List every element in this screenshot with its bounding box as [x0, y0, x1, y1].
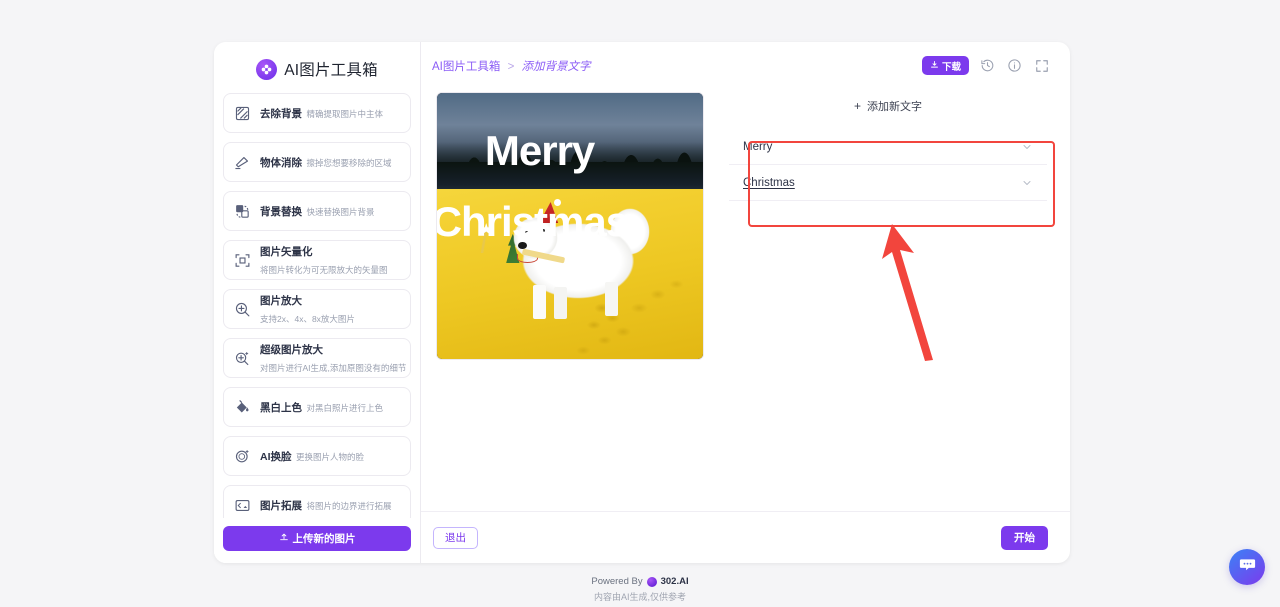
sidebar-item-super-upscale[interactable]: 超级图片放大 对图片进行AI生成,添加原图没有的细节 — [223, 338, 411, 378]
image-preview[interactable]: ★ Merry Christmas — [436, 92, 704, 360]
eraser-icon — [233, 153, 251, 171]
sidebar-item-desc: 精确提取图片中主体 — [306, 109, 383, 119]
brand: AI图片工具箱 — [214, 42, 420, 93]
sidebar-item-title: 超级图片放大 — [260, 344, 323, 356]
text-layer-row[interactable]: Merry — [729, 129, 1047, 165]
chevron-down-icon[interactable] — [1021, 177, 1033, 189]
breadcrumb-current: 添加背景文字 — [521, 60, 591, 73]
sidebar-item-desc: 将图片转化为可无限放大的矢量图 — [260, 265, 388, 275]
overlay-text-line1: Merry — [484, 127, 595, 175]
sidebar-item-colorize[interactable]: 黑白上色 对黑白照片进行上色 — [223, 387, 411, 427]
fullscreen-icon[interactable] — [1033, 57, 1050, 74]
exit-button[interactable]: 退出 — [433, 526, 478, 549]
sidebar-item-title: 背景替换 — [260, 206, 302, 218]
footer-brand: 302.AI — [660, 576, 689, 587]
face-swap-icon — [233, 447, 251, 465]
add-new-text-label: 添加新文字 — [867, 101, 922, 113]
main-panel: AI图片工具箱 > 添加背景文字 下载 ★ Merry Christmas + … — [421, 42, 1070, 563]
sidebar-item-image-expand[interactable]: 图片拓展 将图片的边界进行拓展 — [223, 485, 411, 518]
upload-new-image-button[interactable]: 上传新的图片 — [223, 526, 411, 551]
vectorize-icon — [233, 251, 251, 269]
sidebar-item-title: 图片矢量化 — [260, 246, 313, 258]
sidebar-item-image-upscale[interactable]: 图片放大 支持2x、4x、8x放大图片 — [223, 289, 411, 329]
info-icon[interactable] — [1006, 57, 1023, 74]
download-button[interactable]: 下载 — [921, 56, 969, 75]
text-layer-row[interactable]: Christmas — [729, 165, 1047, 201]
breadcrumb: AI图片工具箱 > 添加背景文字 — [432, 58, 591, 74]
sidebar-item-title: 图片放大 — [260, 295, 302, 307]
sidebar-item-title: AI换脸 — [260, 451, 292, 463]
upload-icon — [279, 532, 289, 545]
header-actions: 下载 — [921, 56, 1050, 75]
card-footer-actions: 退出 开始 — [421, 511, 1070, 563]
main-header: AI图片工具箱 > 添加背景文字 下载 — [421, 42, 1070, 75]
sidebar-item-title: 去除背景 — [260, 108, 302, 120]
plus-icon: + — [853, 99, 861, 113]
breadcrumb-root[interactable]: AI图片工具箱 — [432, 61, 500, 73]
download-label: 下载 — [941, 61, 961, 73]
text-layer-label: Christmas — [743, 176, 795, 189]
text-layer-list: Merry Christmas — [728, 128, 1048, 202]
preview-text-overlay: Merry Christmas — [437, 93, 703, 359]
brand-title: AI图片工具箱 — [284, 62, 378, 79]
text-layer-label: Merry — [743, 140, 773, 153]
powered-by-label: Powered By — [591, 576, 643, 587]
sidebar-item-desc: 擦掉您想要移除的区域 — [306, 158, 392, 168]
sidebar-item-remove-background[interactable]: 去除背景 精确提取图片中主体 — [223, 93, 411, 133]
breadcrumb-separator: > — [507, 60, 515, 73]
background-replace-icon — [233, 202, 251, 220]
powered-by-line: Powered By 302.AI — [0, 576, 1280, 587]
app-root: AI图片工具箱 去除背景 精确提取图片中主体 物体消除 擦掉您想要移除的区域 背… — [0, 0, 1280, 607]
page-footer: Powered By 302.AI 内容由AI生成,仅供参考 — [0, 576, 1280, 603]
sidebar-item-desc: 将图片的边界进行拓展 — [306, 501, 392, 511]
sidebar-item-vectorize[interactable]: 图片矢量化 将图片转化为可无限放大的矢量图 — [223, 240, 411, 280]
main-card: AI图片工具箱 去除背景 精确提取图片中主体 物体消除 擦掉您想要移除的区域 背… — [214, 42, 1070, 563]
sidebar-item-desc: 更换图片人物的脸 — [295, 452, 364, 462]
chat-bubble-icon — [1238, 555, 1257, 579]
tool-list[interactable]: 去除背景 精确提取图片中主体 物体消除 擦掉您想要移除的区域 背景替换 快速替换… — [214, 93, 420, 518]
clover-logo-icon — [256, 58, 278, 80]
zoom-in-icon — [233, 300, 251, 318]
download-icon — [930, 60, 939, 72]
preview-column: ★ Merry Christmas — [424, 92, 704, 511]
image-expand-icon — [233, 496, 251, 514]
sidebar-item-title: 物体消除 — [260, 157, 302, 169]
remove-background-icon — [233, 104, 251, 122]
sidebar-item-desc: 对黑白照片进行上色 — [306, 403, 383, 413]
sidebar-item-background-replace[interactable]: 背景替换 快速替换图片背景 — [223, 191, 411, 231]
history-icon[interactable] — [979, 57, 996, 74]
upload-label: 上传新的图片 — [292, 533, 356, 545]
paint-bucket-icon — [233, 398, 251, 416]
chat-support-button[interactable] — [1229, 549, 1265, 585]
sidebar-item-object-removal[interactable]: 物体消除 擦掉您想要移除的区域 — [223, 142, 411, 182]
upload-section: 上传新的图片 — [214, 518, 420, 563]
add-new-text-button[interactable]: + 添加新文字 — [728, 95, 1048, 117]
sidebar-item-title: 黑白上色 — [260, 402, 302, 414]
sidebar-item-desc: 快速替换图片背景 — [306, 207, 375, 217]
super-zoom-icon — [233, 349, 251, 367]
chevron-down-icon[interactable] — [1021, 141, 1033, 153]
sidebar-item-desc: 对图片进行AI生成,添加原图没有的细节 — [260, 363, 407, 373]
overlay-text-line2: Christmas — [436, 197, 629, 245]
sidebar-item-title: 图片拓展 — [260, 500, 302, 512]
text-editor-column: + 添加新文字 Merry Christmas — [728, 92, 1048, 511]
sidebar: AI图片工具箱 去除背景 精确提取图片中主体 物体消除 擦掉您想要移除的区域 背… — [214, 42, 421, 563]
sidebar-item-face-swap[interactable]: AI换脸 更换图片人物的脸 — [223, 436, 411, 476]
workspace: ★ Merry Christmas + 添加新文字 Merry Christma… — [421, 75, 1070, 511]
start-button[interactable]: 开始 — [1001, 525, 1048, 550]
sidebar-item-desc: 支持2x、4x、8x放大图片 — [260, 314, 355, 324]
footer-disclaimer: 内容由AI生成,仅供参考 — [593, 592, 686, 602]
brand-logo-icon — [646, 576, 657, 587]
